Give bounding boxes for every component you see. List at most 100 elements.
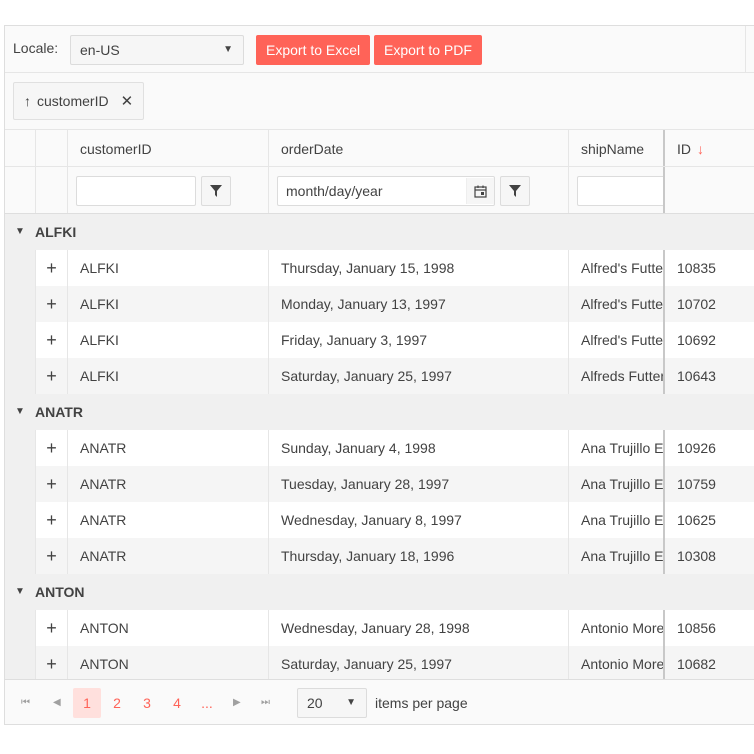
- items-per-page-label: items per page: [375, 695, 468, 711]
- calendar-icon: [474, 185, 487, 198]
- group-indent: [5, 610, 35, 646]
- page-button-more[interactable]: ...: [193, 688, 221, 718]
- cell-shipname-text: Ana Trujillo Emparedados: [581, 476, 663, 492]
- close-icon[interactable]: ✕: [121, 92, 134, 110]
- group-key: ANTON: [35, 584, 85, 600]
- cell-orderdate-text: Saturday, January 25, 1997: [281, 656, 452, 672]
- cell-customerid: ALFKI: [67, 286, 268, 322]
- expand-row-icon[interactable]: +: [35, 430, 67, 466]
- cell-id: 10702: [663, 286, 754, 322]
- expand-row-icon[interactable]: +: [35, 646, 67, 679]
- cell-customerid: ALFKI: [67, 322, 268, 358]
- cell-shipname: Ana Trujillo Emparedados: [568, 538, 663, 574]
- filter-cell-shipname: [568, 167, 663, 213]
- filter-cell-customerid: [67, 167, 268, 213]
- cell-customerid-text: ANATR: [80, 476, 127, 492]
- header-orderdate-label: orderDate: [281, 141, 344, 157]
- cell-orderdate-text: Friday, January 3, 1997: [281, 332, 428, 348]
- page-button-4[interactable]: 4: [163, 688, 191, 718]
- header-orderdate[interactable]: orderDate: [268, 130, 568, 166]
- collapse-icon[interactable]: ▼: [15, 406, 25, 417]
- cell-orderdate: Saturday, January 25, 1997: [268, 358, 568, 394]
- expand-row-icon[interactable]: +: [35, 250, 67, 286]
- locale-value: en-US: [80, 42, 120, 58]
- expand-row-icon[interactable]: +: [35, 286, 67, 322]
- locale-dropdown[interactable]: en-US ▼: [70, 35, 244, 65]
- cell-orderdate-text: Tuesday, January 28, 1997: [281, 476, 450, 492]
- filter-icon: [509, 185, 521, 197]
- group-row[interactable]: ▼ ALFKI: [5, 214, 754, 250]
- cell-shipname: Alfreds Futterkiste: [568, 358, 663, 394]
- table-row[interactable]: + ANATR Sunday, January 4, 1998 Ana Trujill…: [5, 430, 754, 466]
- header-shipname-label: shipName: [581, 141, 645, 157]
- expand-row-icon[interactable]: +: [35, 322, 67, 358]
- group-indent: [5, 358, 35, 394]
- table-row[interactable]: + ANATR Wednesday, January 8, 1997 Ana Truj…: [5, 502, 754, 538]
- group-key: ALFKI: [35, 224, 77, 240]
- last-page-icon[interactable]: ⏭: [261, 697, 270, 708]
- cell-customerid-text: ALFKI: [80, 368, 119, 384]
- header-id[interactable]: ID ↓: [663, 130, 754, 166]
- cell-customerid-text: ALFKI: [80, 296, 119, 312]
- collapse-icon[interactable]: ▼: [15, 226, 25, 237]
- page-button-3[interactable]: 3: [133, 688, 161, 718]
- group-row[interactable]: ▼ ANTON: [5, 574, 754, 610]
- export-pdf-button[interactable]: Export to PDF: [374, 35, 482, 65]
- cell-shipname: Antonio Moreno Taquería: [568, 646, 663, 679]
- page-button-2[interactable]: 2: [103, 688, 131, 718]
- group-indent: [5, 502, 35, 538]
- expand-row-icon[interactable]: +: [35, 358, 67, 394]
- table-row[interactable]: + ALFKI Friday, January 3, 1997 Alfred's Fu…: [5, 322, 754, 358]
- group-chip-customerid[interactable]: ↑ customerID ✕: [13, 82, 145, 120]
- cell-customerid: ANATR: [67, 430, 268, 466]
- cell-shipname: Ana Trujillo Emparedados: [568, 466, 663, 502]
- filter-input-customerid[interactable]: [76, 176, 196, 206]
- table-row[interactable]: + ANATR Tuesday, January 28, 1997 Ana Truji…: [5, 466, 754, 502]
- header-customerid[interactable]: customerID: [67, 130, 268, 166]
- expand-row-icon[interactable]: +: [35, 466, 67, 502]
- cell-customerid: ANATR: [67, 538, 268, 574]
- expand-row-icon[interactable]: +: [35, 610, 67, 646]
- cell-customerid: ANATR: [67, 502, 268, 538]
- cell-orderdate: Friday, January 3, 1997: [268, 322, 568, 358]
- expand-row-icon[interactable]: +: [35, 538, 67, 574]
- table-row[interactable]: + ALFKI Monday, January 13, 1997 Alfred's F…: [5, 286, 754, 322]
- filter-row: month/day/year: [5, 167, 754, 214]
- date-placeholder: month/day/year: [286, 183, 383, 199]
- cell-orderdate-text: Thursday, January 18, 1996: [281, 548, 455, 564]
- header-id-label: ID: [677, 141, 691, 157]
- table-row[interactable]: + ALFKI Thursday, January 15, 1998 Alfred's…: [5, 250, 754, 286]
- cell-shipname-text: Alfred's Futterkiste: [581, 260, 663, 276]
- first-page-icon[interactable]: ⏮: [21, 697, 30, 708]
- prev-page-icon[interactable]: ◀: [53, 697, 61, 708]
- next-page-icon[interactable]: ▶: [233, 697, 241, 708]
- cell-id-text: 10926: [677, 440, 716, 456]
- header-id-wrap: ID ↓: [677, 141, 704, 157]
- calendar-button[interactable]: [466, 178, 494, 204]
- cell-shipname: Ana Trujillo Emparedados: [568, 502, 663, 538]
- filter-datepicker-orderdate[interactable]: month/day/year: [277, 176, 495, 206]
- cell-customerid: ANATR: [67, 466, 268, 502]
- table-row[interactable]: + ANATR Thursday, January 18, 1996 Ana Truj…: [5, 538, 754, 574]
- cell-customerid-text: ANATR: [80, 548, 127, 564]
- cell-id-text: 10856: [677, 620, 716, 636]
- cell-customerid-text: ALFKI: [80, 260, 119, 276]
- cell-shipname-text: Antonio Moreno Taquería: [581, 620, 663, 636]
- cell-id-text: 10692: [677, 332, 716, 348]
- export-excel-button[interactable]: Export to Excel: [256, 35, 371, 65]
- expand-row-icon[interactable]: +: [35, 502, 67, 538]
- filter-button-orderdate[interactable]: [500, 176, 530, 206]
- header-shipname[interactable]: shipName: [568, 130, 663, 166]
- table-row[interactable]: + ANTON Saturday, January 25, 1997 Antonio …: [5, 646, 754, 679]
- filter-button-customerid[interactable]: [201, 176, 231, 206]
- group-indent: [5, 322, 35, 358]
- page-button-1[interactable]: 1: [73, 688, 101, 718]
- group-row[interactable]: ▼ ANATR: [5, 394, 754, 430]
- grid-toolbar: Locale: en-US ▼ Export to Excel Export t…: [5, 26, 754, 73]
- table-row[interactable]: + ALFKI Saturday, January 25, 1997 Alfreds …: [5, 358, 754, 394]
- page-size-dropdown[interactable]: 20 ▼: [297, 688, 367, 718]
- collapse-icon[interactable]: ▼: [15, 586, 25, 597]
- caret-down-icon: ▼: [346, 697, 356, 708]
- table-row[interactable]: + ANTON Wednesday, January 28, 1998 Antonio…: [5, 610, 754, 646]
- filter-input-shipname[interactable]: [577, 176, 663, 206]
